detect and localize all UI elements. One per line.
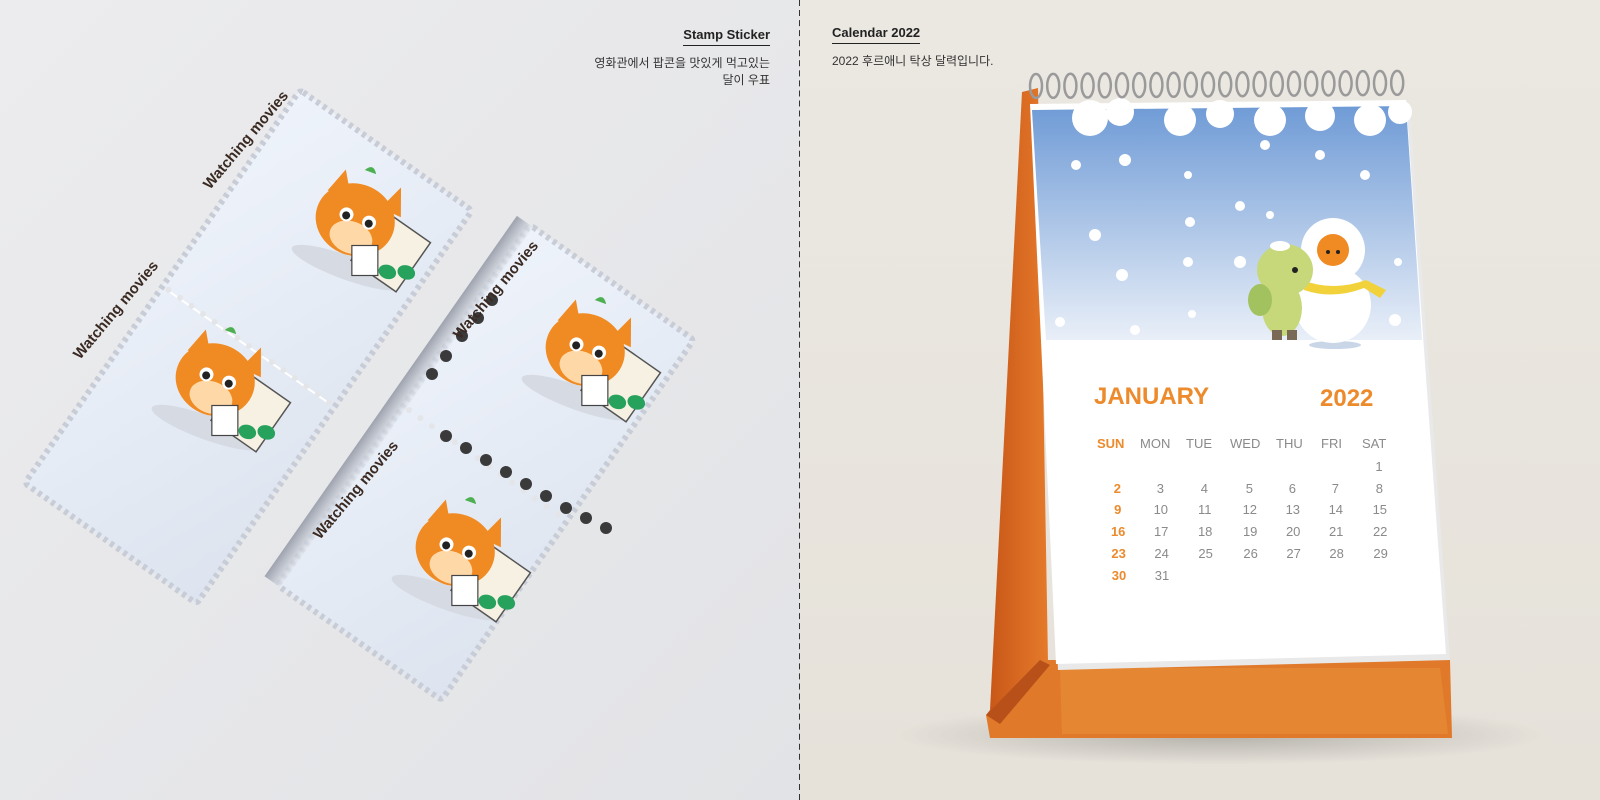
spiral-ring [1338, 70, 1353, 97]
calendar-day: 26 [1243, 546, 1257, 561]
weekday-sat: SAT [1362, 436, 1386, 451]
spiral-ring [1183, 71, 1199, 98]
calendar-day: 12 [1243, 502, 1257, 517]
spiral-ring [1097, 72, 1113, 99]
spiral-ring [1389, 69, 1405, 97]
calendar-day: 18 [1198, 524, 1212, 539]
weekday-sun: SUN [1097, 436, 1124, 451]
calendar-day: 27 [1286, 546, 1300, 561]
weekday-wed: WED [1230, 436, 1260, 451]
calendar-day: 23 [1111, 546, 1125, 561]
calendar-panel: Calendar 2022 2022 후르애니 탁상 달력입니다. JANUAR… [800, 0, 1600, 800]
spiral-ring [1321, 70, 1336, 97]
spiral-binding [1028, 69, 1405, 100]
desk-calendar-illustration: JANUARY 2022 SUN MON TUE WED THU FRI SAT… [890, 69, 1550, 765]
spiral-ring [1252, 70, 1267, 98]
spiral-ring [1303, 70, 1319, 97]
spiral-ring [1080, 72, 1095, 99]
calendar-day: 28 [1329, 546, 1343, 561]
spiral-ring [1200, 71, 1216, 98]
weekday-tue: TUE [1186, 436, 1212, 451]
calendar-year: 2022 [1320, 385, 1373, 412]
spiral-ring [1372, 69, 1388, 97]
calendar-day: 17 [1154, 524, 1168, 539]
weekday-mon: MON [1140, 436, 1170, 451]
spiral-ring [1149, 71, 1164, 99]
weekday-fri: FRI [1321, 436, 1342, 451]
calendar-day: 4 [1201, 481, 1208, 496]
spiral-ring [1131, 71, 1147, 99]
spiral-ring [1235, 70, 1250, 98]
spiral-ring [1286, 70, 1302, 97]
spiral-ring [1166, 71, 1181, 99]
calendar-day: 19 [1243, 524, 1257, 539]
calendar-day: 14 [1329, 502, 1343, 517]
calendar-day: 21 [1329, 524, 1343, 539]
calendar-day: 13 [1286, 502, 1300, 517]
calendar-day: 16 [1111, 524, 1125, 539]
calendar-day: 29 [1373, 546, 1387, 561]
calendar-day: 15 [1373, 502, 1387, 517]
calendar-day: 24 [1154, 546, 1168, 561]
calendar-day: 3 [1157, 481, 1164, 496]
spiral-ring [1045, 72, 1061, 100]
spiral-ring [1114, 72, 1130, 99]
calendar-day: 8 [1376, 481, 1383, 496]
calendar-day: 25 [1198, 546, 1212, 561]
calendar-day: 9 [1114, 502, 1121, 517]
calendar-day: 10 [1154, 502, 1168, 517]
spiral-ring [1269, 70, 1285, 98]
calendar-day: 6 [1289, 481, 1296, 496]
calendar-day: 30 [1112, 568, 1126, 583]
calendar-month: JANUARY [1094, 383, 1209, 410]
calendar-day: 31 [1155, 568, 1169, 583]
calendar-day: 2 [1114, 481, 1121, 496]
stamp-sheet-illustration: Watching movies Watching movies Watching… [23, 88, 696, 702]
calendar-day: 5 [1246, 481, 1253, 496]
calendar-day: 7 [1332, 481, 1339, 496]
spiral-ring [1355, 69, 1371, 97]
calendar-day: 11 [1198, 502, 1212, 517]
spiral-ring [1217, 71, 1233, 98]
weekday-thu: THU [1276, 436, 1303, 451]
stamp-panel: Stamp Sticker 영화관에서 팝콘을 맛있게 먹고있는 달이 우표 W… [0, 0, 800, 800]
calendar-day: 22 [1373, 524, 1387, 539]
spiral-ring [1063, 72, 1078, 99]
calendar-day: 20 [1286, 524, 1300, 539]
calendar-day: 1 [1375, 459, 1382, 474]
